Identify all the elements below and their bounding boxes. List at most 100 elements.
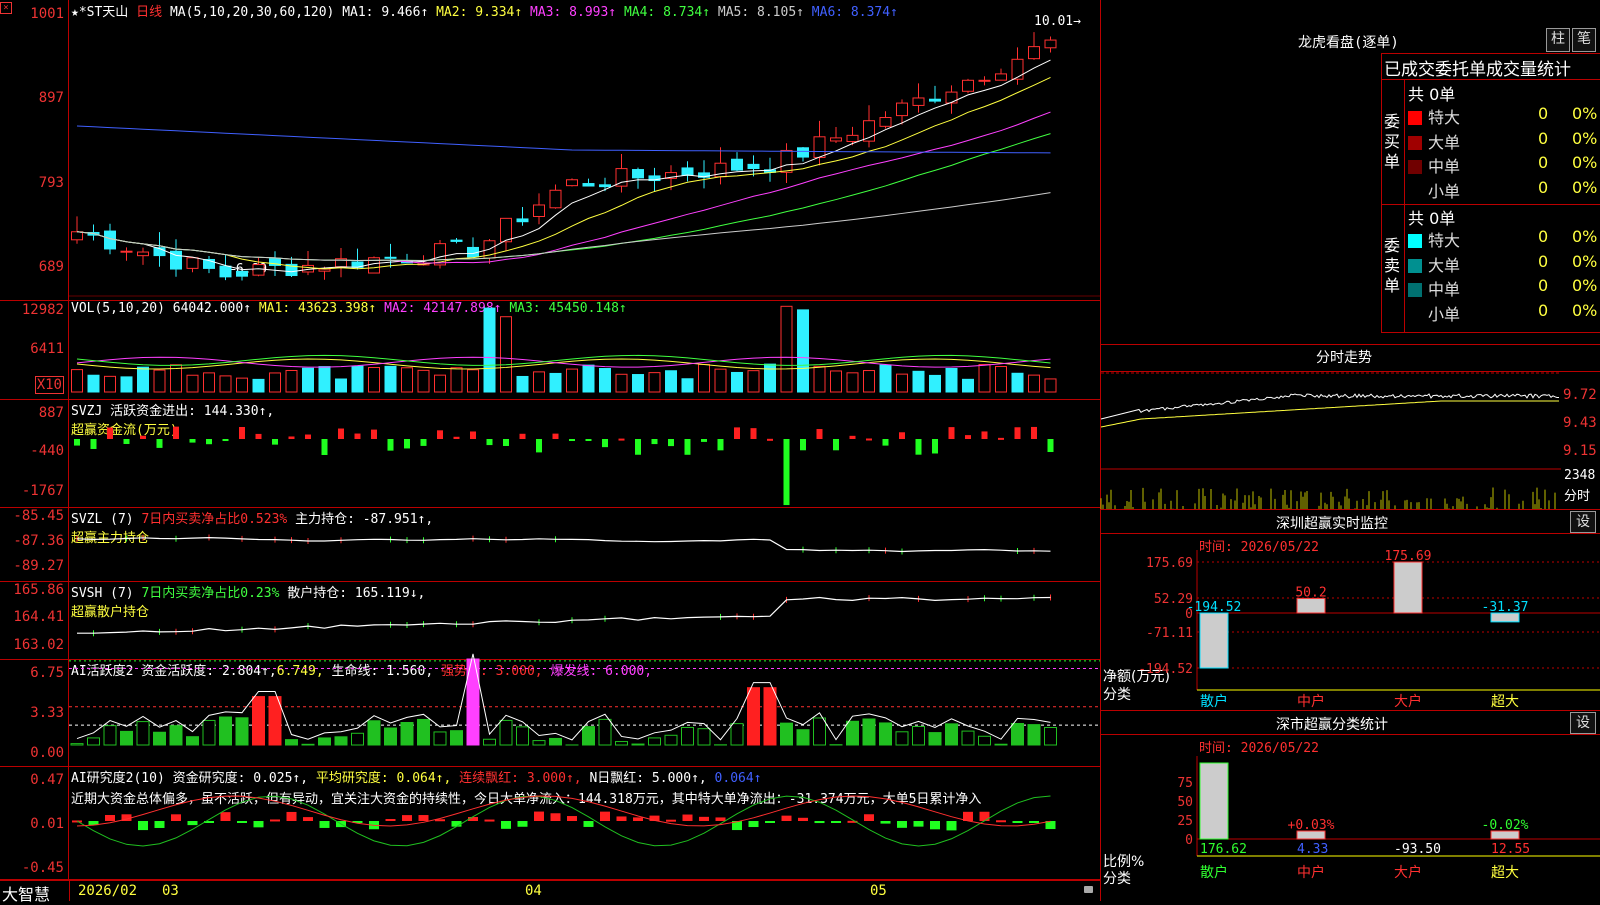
activity-bar: [319, 738, 331, 745]
color-swatch-icon: [1408, 136, 1422, 150]
volume-bar: [402, 368, 413, 392]
monitor-chart: 175.6952.290-71.11-194.52-194.52散户50.2中户…: [1101, 510, 1600, 711]
volume-bar: [451, 368, 462, 392]
money-flow-bar: [503, 439, 509, 446]
activity-bar: [913, 726, 925, 745]
research-bar: [633, 817, 643, 821]
monitor-cat-label: 大户: [1394, 693, 1422, 710]
svzl-axis: -85.45 -87.36 -89.27: [0, 507, 69, 581]
activity-bar: [434, 732, 446, 745]
order-type: 小单: [1428, 182, 1460, 201]
candle-body: [814, 137, 825, 158]
activity-bar: [121, 731, 133, 745]
candle-body: [105, 231, 116, 249]
money-flow-bar: [833, 439, 839, 450]
money-flow-bar: [916, 439, 922, 455]
ai-research-panel[interactable]: 0.47 0.01 -0.45 AI研究度2(10) 资金研究度: 0.025↑…: [0, 766, 1100, 880]
monitor-panel[interactable]: 深圳超赢实时监控 设 时间: 2026/05/22 净额(万元) 分类 175.…: [1100, 509, 1600, 711]
money-flow-bar: [949, 427, 955, 439]
svsh-tick: 164.41: [13, 609, 64, 625]
kline-panel[interactable]: 1001 897 793 689 × ★*ST天山 日线 MA(5,10,20,…: [0, 0, 1100, 301]
research-bar: [584, 821, 594, 827]
candle-body: [138, 252, 149, 256]
money-flow-bar: [223, 439, 229, 441]
research-bar: [930, 821, 940, 829]
activity-bar: [583, 727, 595, 745]
order-row: 大单00%: [1408, 129, 1598, 151]
activity-bar: [764, 688, 776, 745]
money-flow-bar: [553, 434, 559, 439]
order-count: 0: [1538, 178, 1548, 197]
activity-bar: [269, 697, 281, 745]
dragon-table: 已成交委托单成交量统计 委买单 委卖单 共 0单 共 0单 特大00%大单00%…: [1381, 53, 1600, 333]
candle-body: [897, 103, 908, 116]
money-flow-bar: [124, 439, 130, 444]
volume-tick: 12982: [22, 302, 64, 318]
volume-bar: [831, 371, 842, 392]
intraday-panel[interactable]: 分时走势 9.72 9.43 9.15 2348 分时: [1100, 344, 1600, 510]
volume-bar: [517, 376, 528, 392]
activity-bar: [797, 730, 809, 745]
research-bar: [171, 814, 181, 821]
order-row: 中单00%: [1408, 276, 1598, 298]
volume-panel[interactable]: 12982 6411 X10 VOL(5,10,20) 64042.000↑ M…: [0, 300, 1100, 400]
research-bar: [798, 818, 808, 821]
research-bar: [452, 821, 462, 827]
activity-bar: [286, 740, 298, 745]
activity-bar: [863, 719, 875, 745]
volume-bar: [616, 374, 627, 392]
research-bar: [617, 816, 627, 821]
chart-close-icon[interactable]: ×: [0, 2, 12, 14]
svzl-panel[interactable]: -85.45 -87.36 -89.27 SVZL (7) 7日内买卖净占比0.…: [0, 507, 1100, 582]
candle-body: [121, 251, 132, 252]
volume-bar: [765, 364, 776, 392]
order-type: 特大: [1428, 231, 1460, 250]
volume-bar: [781, 306, 792, 392]
volume-bar: [501, 317, 512, 392]
activity-bar: [731, 724, 743, 745]
color-swatch-icon: [1408, 259, 1422, 273]
research-bar: [567, 816, 577, 821]
activity-bar: [418, 719, 430, 745]
candle-body: [385, 257, 396, 258]
bar-mode-button[interactable]: 柱: [1546, 28, 1570, 52]
research-bar: [254, 821, 264, 827]
svzj-panel[interactable]: 887 -440 -1767 SVZJ 活跃资金进出: 144.330↑, 超赢…: [0, 399, 1100, 508]
money-flow-bar: [586, 439, 592, 441]
activity-bar: [599, 719, 611, 745]
money-flow-bar: [800, 439, 806, 450]
money-flow-bar: [520, 434, 526, 439]
ai-research-tick: 0.47: [30, 772, 64, 788]
intraday-chart: [1101, 371, 1561, 510]
price-tick: 793: [39, 175, 64, 191]
monitor-bar: [1394, 562, 1422, 613]
lock-icon[interactable]: [1084, 886, 1093, 893]
research-bar: [501, 821, 511, 829]
research-bar: [1013, 821, 1023, 823]
ai-activity-panel[interactable]: 6.75 3.33 0.00 AI活跃度2 资金活跃度: 2.804↑,6.74…: [0, 659, 1100, 767]
activity-bar: [451, 731, 463, 745]
candle-body: [831, 138, 842, 141]
classify-panel[interactable]: 深市超赢分类统计 设 时间: 2026/05/22 比例% 分类 7550250…: [1100, 710, 1600, 901]
ma-line: [77, 134, 1051, 261]
activity-bar: [1045, 727, 1057, 745]
color-swatch-icon: [1408, 185, 1422, 199]
research-bar: [947, 821, 957, 830]
monitor-bar: [1297, 598, 1325, 613]
activity-bar: [962, 731, 974, 745]
volume-bar: [204, 373, 215, 392]
candle-body: [517, 219, 528, 222]
buy-orders-label: 委买单: [1384, 112, 1402, 172]
sell-total: 共 0单: [1408, 205, 1455, 229]
candle-body: [682, 168, 693, 175]
money-flow-bar: [157, 439, 163, 448]
svsh-panel[interactable]: 165.86 164.41 163.02 SVSH (7) 7日内买卖净占比0.…: [0, 581, 1100, 660]
money-flow-bar: [256, 434, 262, 439]
volume-bar: [600, 369, 611, 392]
volume-bar: [138, 367, 149, 392]
price-tick: 689: [39, 259, 64, 275]
ai-activity-tick: 6.75: [30, 665, 64, 681]
tick-mode-button[interactable]: 笔: [1572, 28, 1596, 52]
money-flow-bar: [718, 439, 724, 450]
research-bar: [996, 820, 1006, 822]
